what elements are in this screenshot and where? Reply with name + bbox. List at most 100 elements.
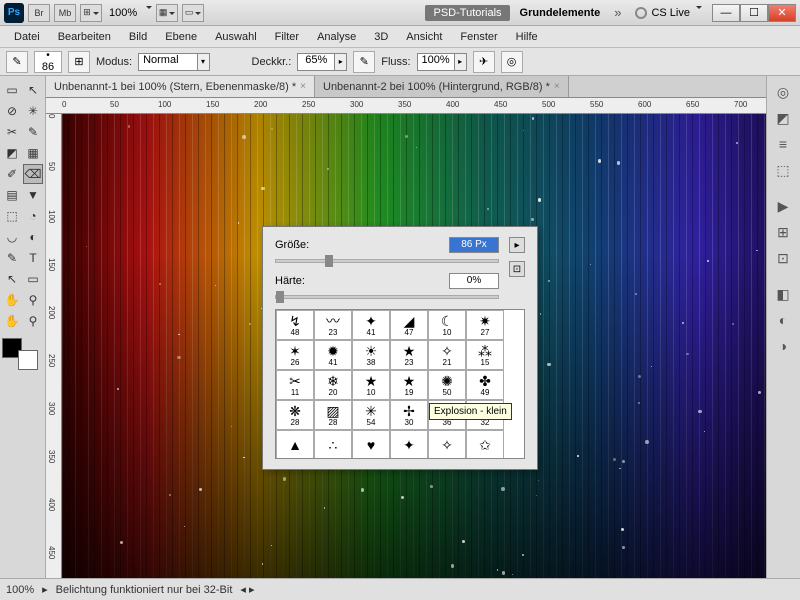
tab-close-icon[interactable]: × [554,81,560,92]
brush-preset-cell[interactable]: ✤49 [466,370,504,400]
tool-5-1[interactable]: ▼ [23,185,43,205]
panel-icon-0[interactable]: ◎ [769,80,797,104]
brush-preset-cell[interactable]: ✹41 [314,340,352,370]
brush-preset-cell[interactable]: 〰23 [314,310,352,340]
menu-filter[interactable]: Filter [267,29,307,45]
menu-datei[interactable]: Datei [6,29,48,45]
tool-9-0[interactable]: ↖ [2,269,22,289]
menu-hilfe[interactable]: Hilfe [508,29,546,45]
tool-6-0[interactable]: ⬚ [2,206,22,226]
brush-preset-cell[interactable]: ▲ [276,430,314,459]
airbrush-button[interactable]: ✈ [473,51,495,73]
brush-preset-cell[interactable]: ★19 [390,370,428,400]
panel-icon-2[interactable]: ≡ [769,132,797,156]
tool-11-1[interactable]: ⚲ [23,311,43,331]
tool-4-1[interactable]: ⌫ [23,164,43,184]
brush-preset-cell[interactable]: ✷27 [466,310,504,340]
zoom-level[interactable]: 100% [109,7,137,19]
tool-8-0[interactable]: ✎ [2,248,22,268]
menu-auswahl[interactable]: Auswahl [207,29,265,45]
brush-preset-cell[interactable]: ⁂15 [466,340,504,370]
tool-4-0[interactable]: ✐ [2,164,22,184]
menu-ansicht[interactable]: Ansicht [398,29,450,45]
panel-icon-5[interactable]: ▶ [769,194,797,218]
tool-2-0[interactable]: ✂ [2,122,22,142]
tool-11-0[interactable]: ✋ [2,311,22,331]
brush-hardness-slider[interactable] [275,295,499,299]
brush-preset-cell[interactable]: ✦ [390,430,428,459]
panel-icon-6[interactable]: ⊞ [769,220,797,244]
menu-bild[interactable]: Bild [121,29,155,45]
arrange-dropdown[interactable]: ▦ [156,4,178,22]
brush-preset-cell[interactable]: ✧ [428,430,466,459]
menu-3d[interactable]: 3D [366,29,396,45]
tool-1-1[interactable]: ✳ [23,101,43,121]
tool-7-0[interactable]: ◡ [2,227,22,247]
menu-bearbeiten[interactable]: Bearbeiten [50,29,119,45]
brush-preset-picker[interactable]: • 86 [34,51,62,73]
status-zoom[interactable]: 100% [6,584,34,596]
workspace-name[interactable]: Grundelemente [520,7,601,19]
menu-ebene[interactable]: Ebene [157,29,205,45]
opacity-input[interactable]: 65% [297,53,335,71]
tool-3-0[interactable]: ◩ [2,143,22,163]
brush-preset-cell[interactable]: ◢47 [390,310,428,340]
maximize-button[interactable]: ☐ [740,4,768,22]
brush-preset-cell[interactable]: ▨28 [314,400,352,430]
brush-preset-cell[interactable]: ♥ [352,430,390,459]
brush-preset-cell[interactable]: ∴ [314,430,352,459]
tool-7-1[interactable]: ◐ [23,227,43,247]
panel-icon-3[interactable]: ⬚ [769,158,797,182]
cslive-button[interactable]: CS Live [629,7,708,19]
brush-panel-toggle[interactable]: ⊞ [68,51,90,73]
tablet-pressure-button[interactable]: ◎ [501,51,523,73]
tool-10-1[interactable]: ⚲ [23,290,43,310]
brush-preset-cell[interactable]: ✶26 [276,340,314,370]
blend-mode-select[interactable]: Normal [138,53,197,71]
panel-icon-11[interactable]: ◑ [769,334,797,358]
brush-preset-cell[interactable]: ❋28 [276,400,314,430]
tool-3-1[interactable]: ▦ [23,143,43,163]
panel-icon-7[interactable]: ⊡ [769,246,797,270]
opacity-pressure-button[interactable]: ✎ [353,51,375,73]
brush-preset-cell[interactable]: ✩ [466,430,504,459]
workspace-button[interactable]: PSD-Tutorials [425,5,509,21]
menu-analyse[interactable]: Analyse [309,29,364,45]
document-tab[interactable]: Unbenannt-1 bei 100% (Stern, Ebenenmaske… [46,76,315,97]
brush-preset-cell[interactable]: ↯48 [276,310,314,340]
background-color[interactable] [18,350,38,370]
brush-preset-cell[interactable]: ★23 [390,340,428,370]
brush-hardness-input[interactable]: 0% [449,273,499,289]
tool-2-1[interactable]: ✎ [23,122,43,142]
tool-8-1[interactable]: T [23,248,43,268]
brush-preset-cell[interactable]: ✧21 [428,340,466,370]
new-preset-button[interactable]: ⊡ [509,261,525,277]
brush-preset-cell[interactable]: ✺50 [428,370,466,400]
brush-preset-cell[interactable]: ✂11 [276,370,314,400]
tool-5-0[interactable]: ▤ [2,185,22,205]
tool-0-1[interactable]: ↖ [23,80,43,100]
opacity-arrow-icon[interactable]: ▸ [335,53,347,71]
tool-1-0[interactable]: ⊘ [2,101,22,121]
zoom-dropdown-icon[interactable] [144,7,152,19]
panel-icon-10[interactable]: ◐ [769,308,797,332]
ruler-vertical[interactable]: 050100150200250300350400450 [46,114,62,578]
menu-fenster[interactable]: Fenster [452,29,505,45]
panel-icon-9[interactable]: ◧ [769,282,797,306]
tool-9-1[interactable]: ▭ [23,269,43,289]
workspace-more-icon[interactable]: » [614,5,621,20]
brush-preset-cell[interactable]: ★10 [352,370,390,400]
brush-preset-cell[interactable]: ✳54 [352,400,390,430]
brush-preset-cell[interactable]: ✦41 [352,310,390,340]
brush-size-input[interactable]: 86 Px [449,237,499,253]
brush-preset-cell[interactable]: ❄20 [314,370,352,400]
flow-input[interactable]: 100% [417,53,455,71]
brush-preset-cell[interactable]: ✢30 [390,400,428,430]
flow-arrow-icon[interactable]: ▸ [455,53,467,71]
tool-10-0[interactable]: ✋ [2,290,22,310]
tool-0-0[interactable]: ▭ [2,80,22,100]
tool-preset-button[interactable]: ✎ [6,51,28,73]
tab-close-icon[interactable]: × [300,81,306,92]
brush-preset-cell[interactable]: ☀38 [352,340,390,370]
close-button[interactable]: ✕ [768,4,796,22]
